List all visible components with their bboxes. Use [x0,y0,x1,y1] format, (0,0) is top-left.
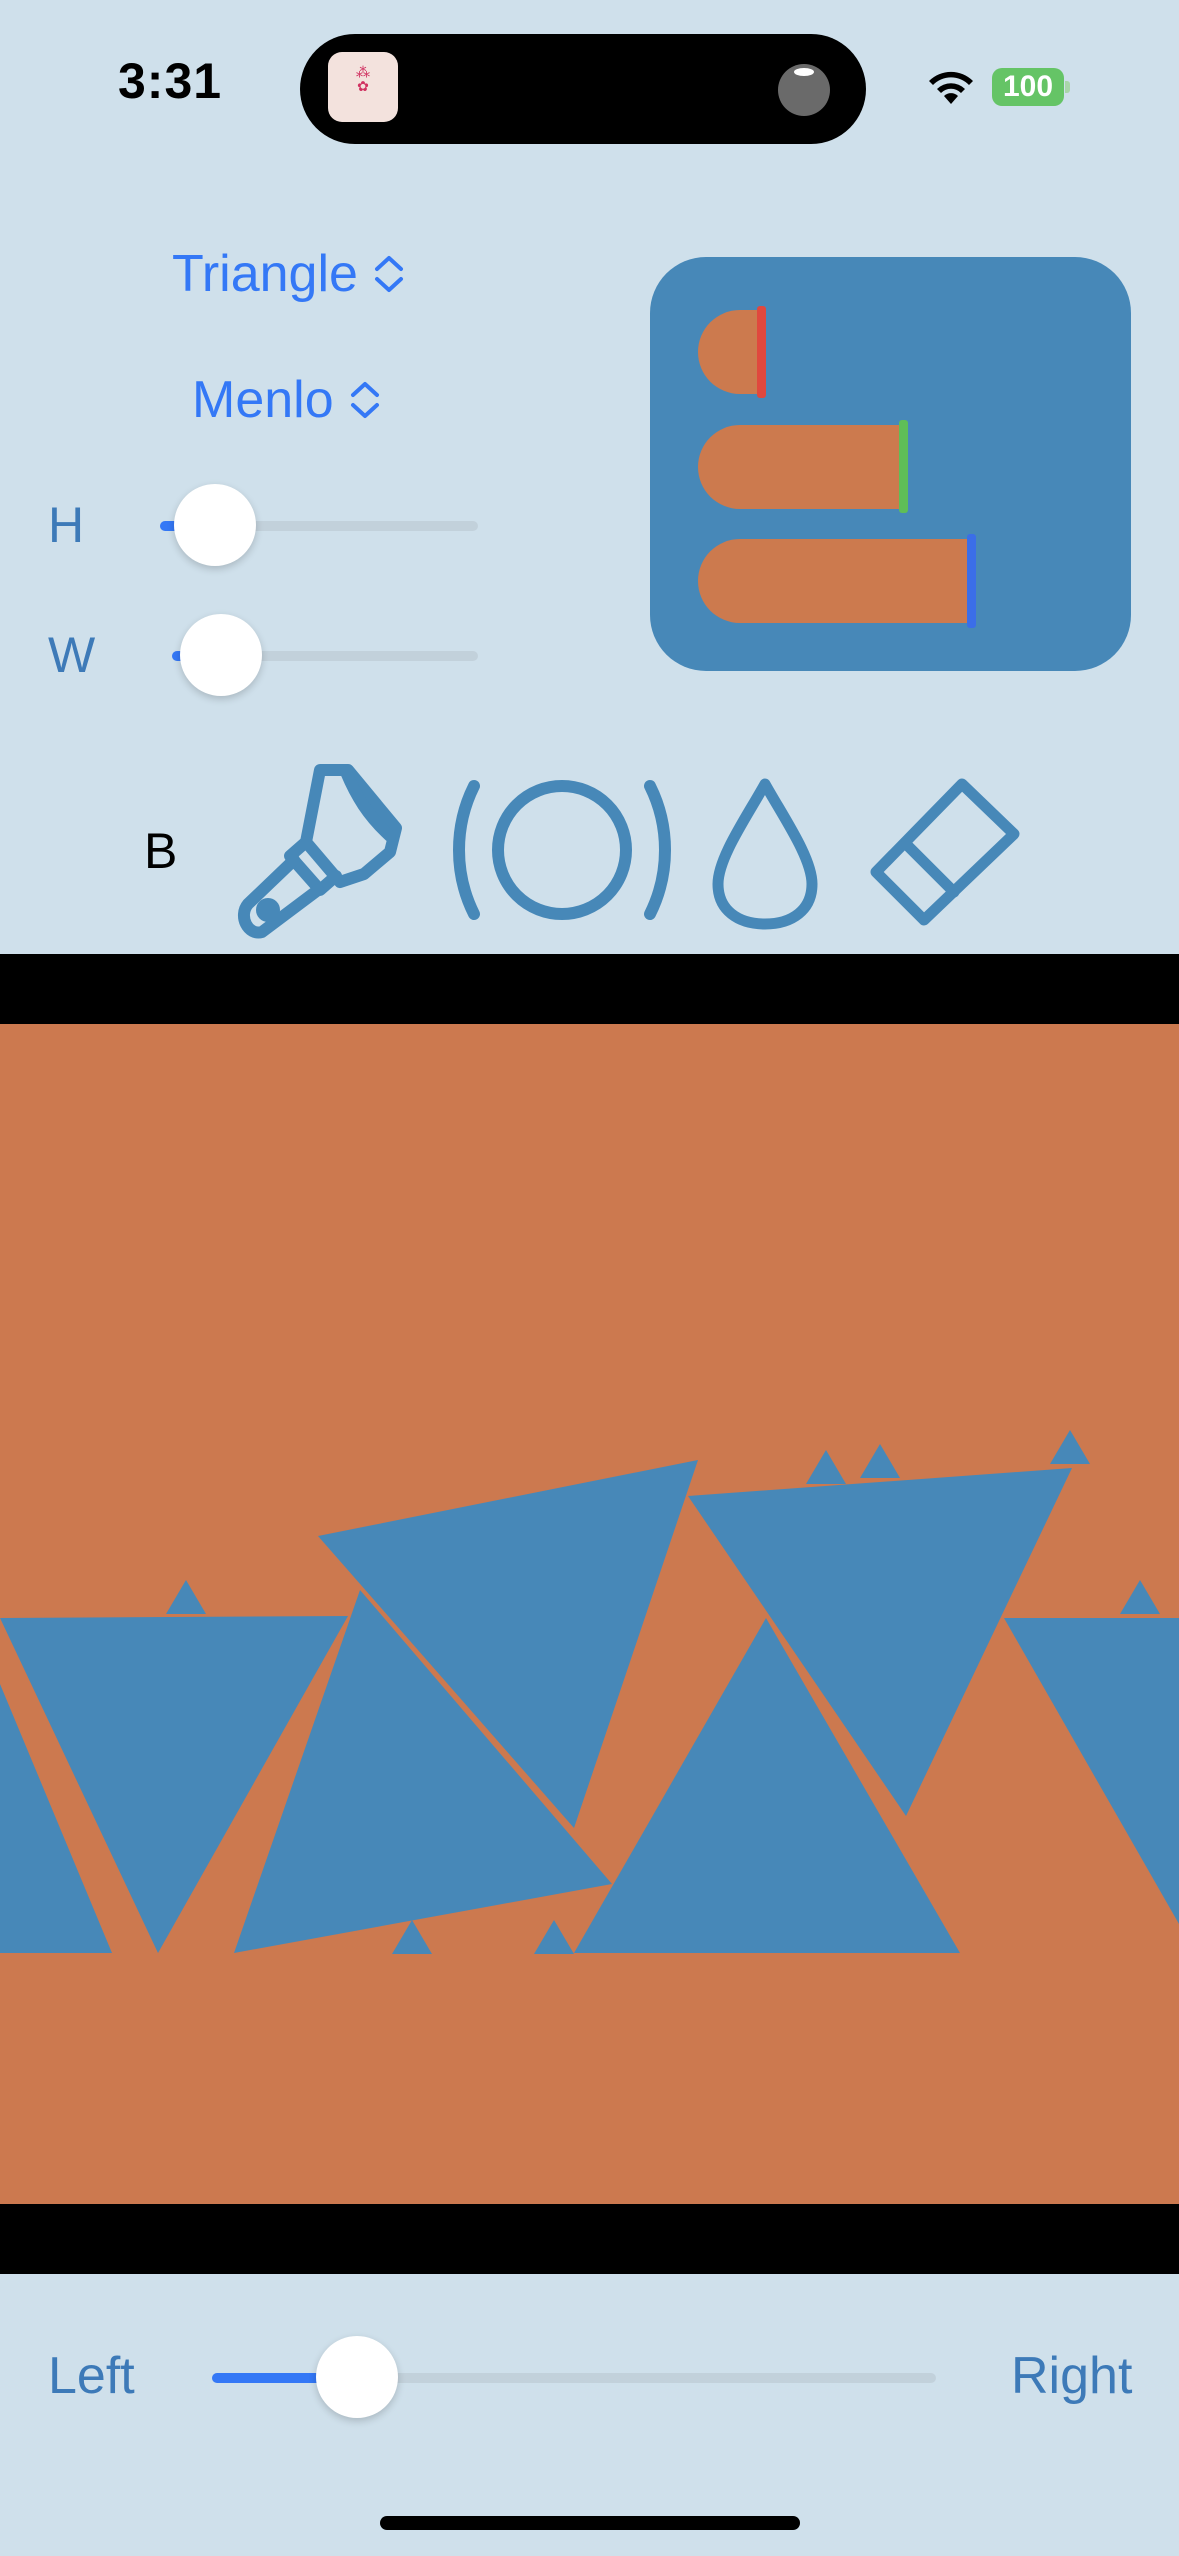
wifi-icon [929,71,973,104]
shape-picker[interactable]: Triangle [172,244,406,304]
height-slider-label: H [48,497,85,553]
triangle-shape [1120,1580,1160,1614]
preview-cap-blue [967,534,976,628]
status-time: 3:31 [118,53,223,109]
circle-waves-icon[interactable] [452,776,672,924]
tool-b-label[interactable]: B [144,822,177,880]
triangle-shape [1050,1430,1090,1464]
font-picker[interactable]: Menlo [192,370,382,430]
preview-card [650,257,1131,671]
width-slider-knob[interactable] [180,614,262,696]
canvas-shapes [0,1430,1179,1954]
eraser-icon[interactable] [866,774,1026,930]
island-app-icon[interactable]: ⁂ ✿ [328,52,398,122]
shape-picker-label: Triangle [172,245,358,303]
triangle-shape [166,1580,206,1614]
home-indicator[interactable] [380,2516,800,2530]
triangle-shape [1004,1618,1179,1924]
height-slider-knob[interactable] [174,484,256,566]
preview-bar-1 [698,310,762,394]
triangle-shape [806,1450,846,1484]
triangle-shape [860,1444,900,1478]
position-slider-knob[interactable] [316,2336,398,2418]
battery-indicator: 100 [992,68,1064,106]
font-picker-label: Menlo [192,371,334,429]
chevron-up-down-icon [374,256,403,292]
battery-nub [1065,81,1070,93]
drop-icon[interactable] [710,774,820,930]
chevron-up-down-icon [350,382,379,418]
canvas-letterbox-top [0,954,1179,1024]
paintbrush-icon[interactable] [236,756,408,942]
preview-bar-2 [698,425,903,509]
width-slider-label: W [48,627,96,683]
preview-cap-green [899,420,908,513]
preview-bar-3 [698,539,970,623]
preview-cap-red [757,306,766,398]
triangle-shape [534,1920,574,1954]
drawing-canvas[interactable] [0,1024,1179,2204]
left-label: Left [48,2347,135,2405]
right-label: Right [1011,2347,1133,2405]
canvas-letterbox-bottom [0,2204,1179,2274]
dynamic-island[interactable]: ⁂ ✿ [300,34,866,144]
island-camera-icon [778,64,830,116]
triangle-shape [392,1920,432,1954]
